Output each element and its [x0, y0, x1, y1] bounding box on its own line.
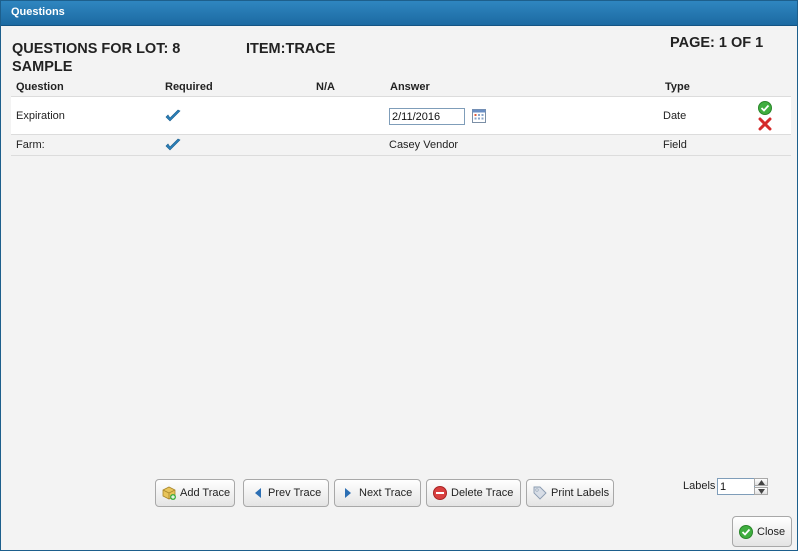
type-cell: Date — [663, 110, 687, 122]
add-trace-button[interactable]: Add Trace — [155, 479, 235, 507]
column-header-answer[interactable]: Answer — [390, 81, 430, 93]
window-titlebar[interactable]: Questions — [1, 1, 797, 26]
question-cell: Expiration — [16, 110, 65, 122]
question-cell: Farm: — [16, 139, 45, 151]
labels-count-input[interactable] — [717, 478, 755, 495]
page-indicator: PAGE: 1 OF 1 — [670, 35, 764, 51]
item-title: ITEM:TRACE — [246, 41, 336, 57]
column-header-question[interactable]: Question — [16, 81, 64, 93]
answer-cell: Casey Vendor — [389, 139, 459, 151]
add-trace-label: Add Trace — [180, 487, 231, 499]
calendar-icon[interactable] — [472, 109, 486, 123]
tag-icon — [533, 486, 547, 500]
grid-header: Question Required N/A Answer Type — [11, 79, 791, 97]
column-header-na[interactable]: N/A — [316, 81, 335, 93]
table-row[interactable]: Expiration Date — [11, 97, 791, 135]
checkmark-icon — [165, 109, 181, 122]
prev-trace-button[interactable]: Prev Trace — [243, 479, 329, 507]
window-content: QUESTIONS FOR LOT: 8 ITEM:TRACE SAMPLE P… — [1, 26, 797, 550]
delete-icon — [433, 486, 447, 500]
next-trace-button[interactable]: Next Trace — [334, 479, 421, 507]
chevron-up-icon — [758, 480, 765, 485]
next-trace-label: Next Trace — [359, 487, 413, 499]
print-labels-button[interactable]: Print Labels — [526, 479, 614, 507]
delete-trace-button[interactable]: Delete Trace — [426, 479, 521, 507]
questions-window: Questions QUESTIONS FOR LOT: 8 ITEM:TRAC… — [0, 0, 798, 551]
labels-spinner-up[interactable] — [754, 478, 768, 486]
delete-trace-label: Delete Trace — [451, 487, 514, 499]
arrow-right-icon — [345, 488, 351, 498]
cancel-row-icon[interactable] — [758, 117, 772, 131]
save-row-icon[interactable] — [758, 101, 772, 115]
labels-spinner-down[interactable] — [754, 487, 768, 495]
answer-date-input[interactable] — [389, 108, 465, 125]
sample-title: SAMPLE — [12, 59, 73, 75]
check-circle-icon — [739, 525, 753, 539]
lot-title: QUESTIONS FOR LOT: 8 — [12, 41, 181, 57]
window-title: Questions — [11, 6, 65, 18]
checkmark-icon — [165, 138, 181, 151]
table-row[interactable]: Farm: Casey Vendor Field — [11, 135, 791, 156]
column-header-required[interactable]: Required — [165, 81, 213, 93]
add-box-icon — [162, 486, 176, 500]
chevron-down-icon — [758, 489, 765, 494]
print-labels-label: Print Labels — [551, 487, 610, 499]
type-cell: Field — [663, 139, 687, 151]
close-button[interactable]: Close — [732, 516, 792, 547]
arrow-left-icon — [255, 488, 261, 498]
close-label: Close — [757, 526, 786, 538]
prev-trace-label: Prev Trace — [268, 487, 322, 499]
labels-label: Labels — [683, 480, 716, 492]
column-header-type[interactable]: Type — [665, 81, 690, 93]
